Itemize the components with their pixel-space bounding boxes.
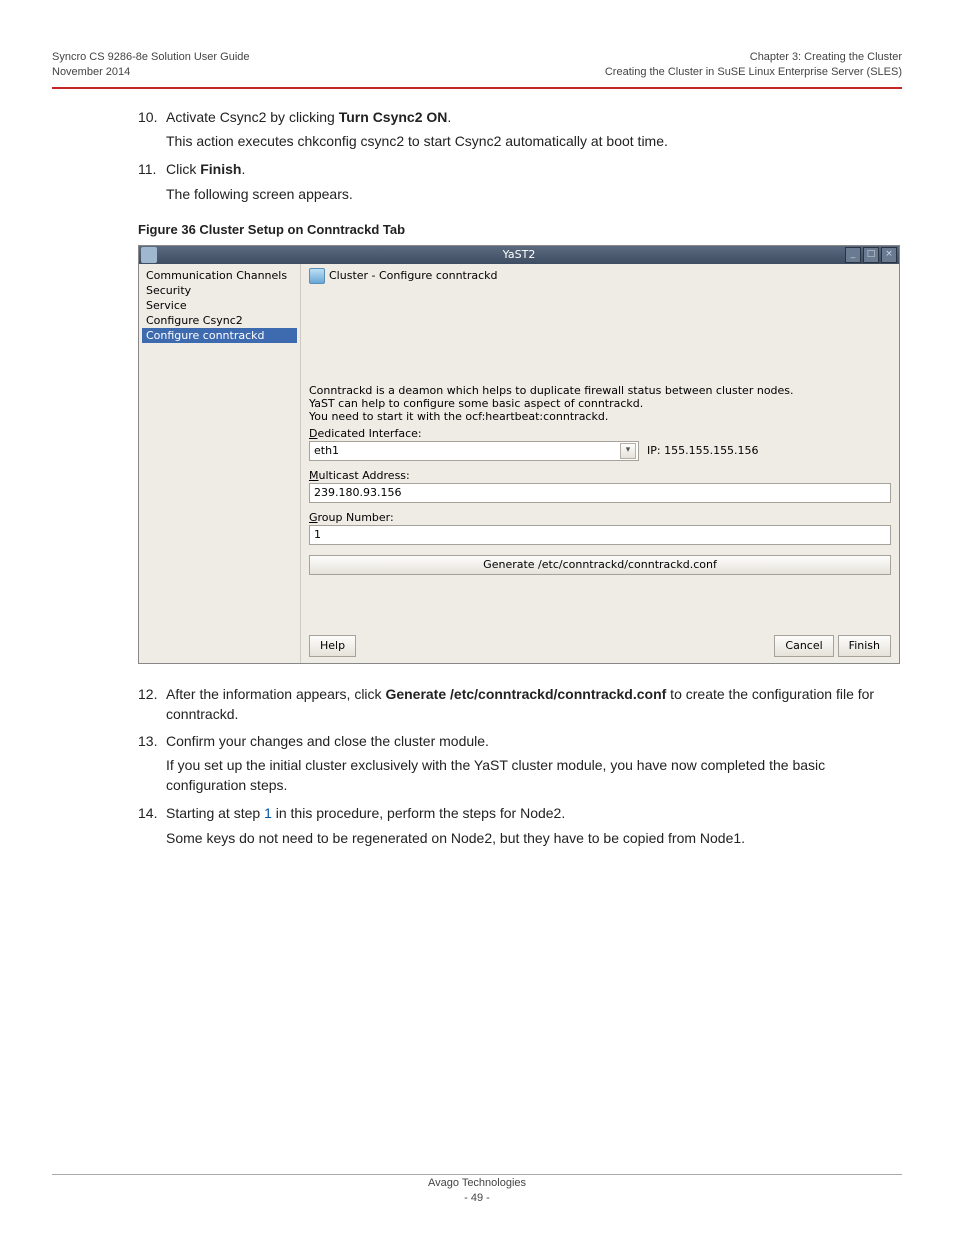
page-footer: Avago Technologies - 49 - (0, 1176, 954, 1205)
step-14: 14. Starting at step 1 in this procedure… (138, 803, 902, 848)
sidebar-item-comm-channels[interactable]: Communication Channels (142, 268, 297, 283)
help-button[interactable]: Help (309, 635, 356, 657)
sidebar-item-csync2[interactable]: Configure Csync2 (142, 313, 297, 328)
dedicated-interface-select[interactable]: eth1 ▾ (309, 441, 639, 461)
window-title: YaST2 (503, 248, 536, 261)
sidebar: Communication Channels Security Service … (139, 264, 301, 663)
footer-company: Avago Technologies (0, 1176, 954, 1190)
minimize-icon[interactable]: _ (845, 247, 861, 263)
footer-rule (52, 1174, 902, 1175)
cancel-button[interactable]: Cancel (774, 635, 833, 657)
sidebar-item-service[interactable]: Service (142, 298, 297, 313)
generate-config-button[interactable]: Generate /etc/conntrackd/conntrackd.conf (309, 555, 891, 575)
step-text: Click Finish. (166, 161, 245, 177)
step-10: 10. Activate Csync2 by clicking Turn Csy… (138, 107, 902, 152)
yast-window: YaST2 _ □ × Communication Channels Secur… (138, 245, 900, 664)
step-text: Activate Csync2 by clicking Turn Csync2 … (166, 109, 451, 125)
step-detail: Some keys do not need to be regenerated … (166, 828, 902, 848)
header-chapter: Chapter 3: Creating the Cluster (605, 50, 902, 65)
step-text: Confirm your changes and close the clust… (166, 733, 489, 749)
step-detail: The following screen appears. (166, 184, 902, 204)
header-date: November 2014 (52, 65, 250, 80)
sidebar-item-conntrackd[interactable]: Configure conntrackd (142, 328, 297, 343)
panel-title: Cluster - Configure conntrackd (329, 269, 498, 282)
sidebar-item-security[interactable]: Security (142, 283, 297, 298)
header-doc-title: Syncro CS 9286-8e Solution User Guide (52, 50, 250, 65)
step-number: 14. (138, 803, 157, 823)
close-icon[interactable]: × (881, 247, 897, 263)
step-detail: This action executes chkconfig csync2 to… (166, 131, 902, 151)
app-icon (141, 247, 157, 263)
group-number-label: Group Number: (309, 511, 891, 524)
header-section: Creating the Cluster in SuSE Linux Enter… (605, 65, 902, 80)
multicast-address-input[interactable]: 239.180.93.156 (309, 483, 891, 503)
step-12: 12. After the information appears, click… (138, 684, 902, 725)
step-number: 12. (138, 684, 157, 704)
ip-label: IP: 155.155.155.156 (647, 444, 759, 457)
maximize-icon[interactable]: □ (863, 247, 879, 263)
finish-button[interactable]: Finish (838, 635, 891, 657)
header-rule (52, 87, 902, 89)
footer-page-number: - 49 - (0, 1191, 954, 1205)
figure-caption: Figure 36 Cluster Setup on Conntrackd Ta… (138, 222, 902, 237)
cluster-icon (309, 268, 325, 284)
main-panel: Cluster - Configure conntrackd Conntrack… (301, 264, 899, 663)
step-number: 10. (138, 107, 157, 127)
dedicated-interface-label: Dedicated Interface: (309, 427, 891, 440)
description-text: Conntrackd is a deamon which helps to du… (309, 384, 891, 423)
multicast-address-label: Multicast Address: (309, 469, 891, 482)
page-header: Syncro CS 9286-8e Solution User Guide No… (52, 50, 902, 87)
step-detail: If you set up the initial cluster exclus… (166, 755, 902, 796)
step-number: 13. (138, 731, 157, 751)
chevron-updown-icon[interactable]: ▾ (620, 443, 636, 459)
step-text: After the information appears, click Gen… (166, 686, 874, 722)
select-value: eth1 (314, 444, 339, 457)
titlebar[interactable]: YaST2 _ □ × (139, 246, 899, 264)
step-text: Starting at step 1 in this procedure, pe… (166, 805, 565, 821)
group-number-input[interactable]: 1 (309, 525, 891, 545)
step-link[interactable]: 1 (264, 805, 272, 821)
step-number: 11. (138, 159, 156, 179)
step-13: 13. Confirm your changes and close the c… (138, 731, 902, 796)
step-11: 11. Click Finish. The following screen a… (138, 159, 902, 204)
